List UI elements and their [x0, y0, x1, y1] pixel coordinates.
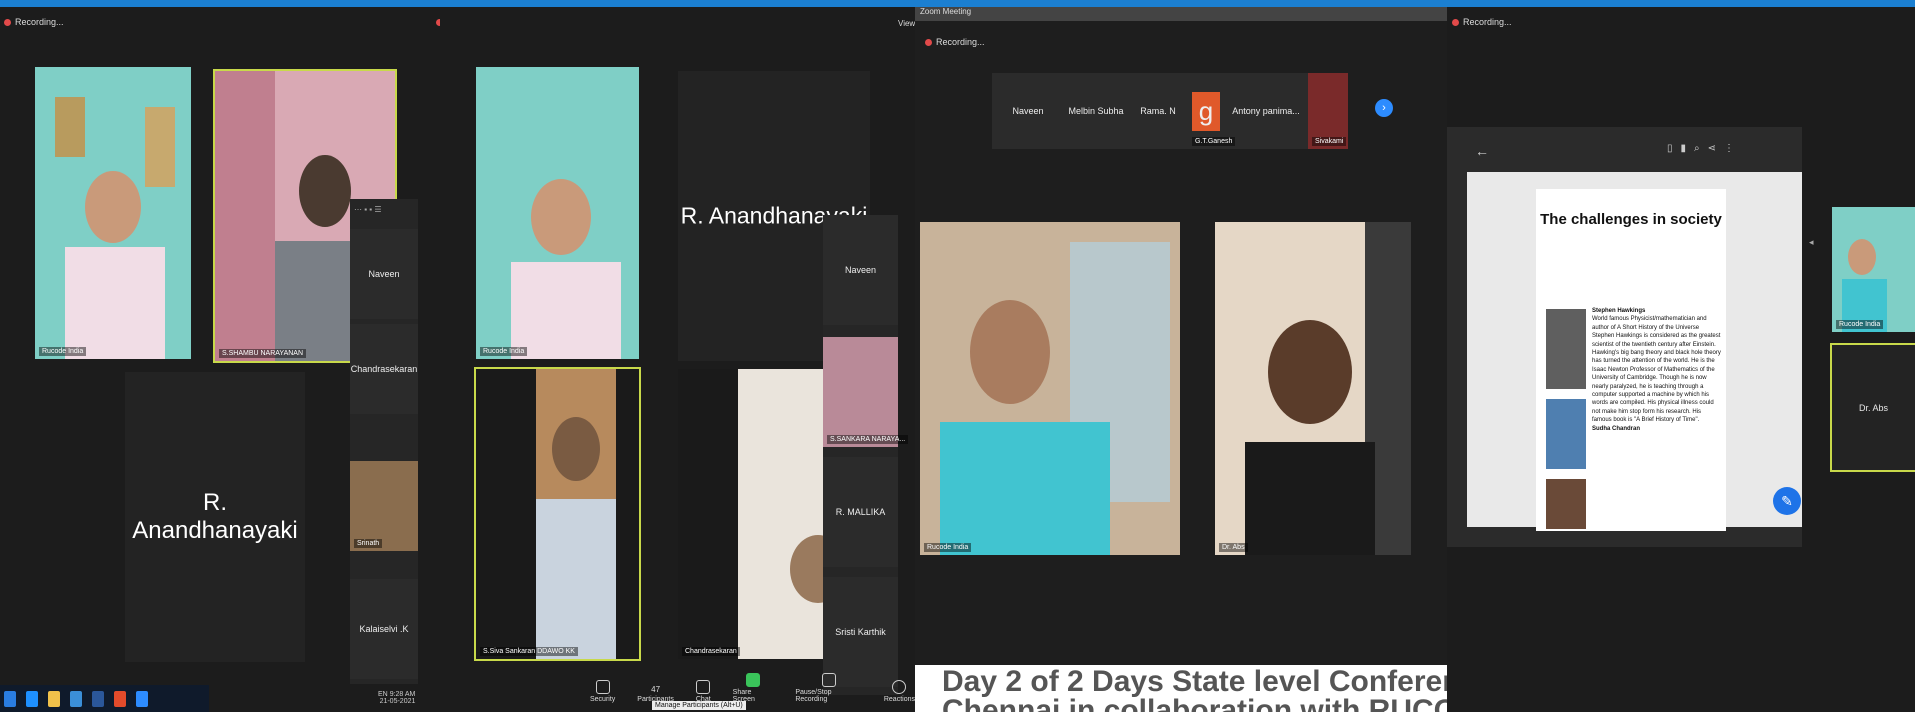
side-tile[interactable]: R. MALLIKA	[823, 457, 898, 567]
smile-icon	[892, 680, 907, 694]
meeting-toolbar: Security 47 Participants Chat Share Scree…	[590, 673, 915, 703]
side-tile[interactable]: Naveen	[823, 215, 898, 325]
video-tile-no-camera[interactable]: R. Anandhanayaki	[125, 372, 305, 662]
chat-button[interactable]: Chat	[696, 680, 711, 703]
record-dot-icon	[1452, 18, 1459, 26]
recording-indicator: Recording...	[4, 17, 64, 27]
next-page-icon[interactable]: ›	[1375, 99, 1393, 117]
participant-name-large: Dr. Abs	[1858, 402, 1888, 413]
participant-name: Rucode India	[39, 347, 87, 356]
camera-feed	[1215, 222, 1411, 555]
portrait-image	[1546, 309, 1586, 389]
edge-icon[interactable]	[26, 690, 38, 707]
window-titlebar: Zoom Meeting	[915, 7, 1452, 21]
panel-zoom-gallery-2: View Rucode India R. Anandhanayaki S.Siv…	[440, 7, 915, 712]
strip-tile[interactable]: Melbin Subha	[1064, 73, 1128, 149]
app-icon[interactable]	[70, 690, 82, 707]
chrome-icon[interactable]	[114, 690, 126, 707]
panel-zoom-gallery-1: Recording... Recording... Rucode India S…	[0, 7, 496, 712]
shield-icon	[595, 680, 610, 694]
strip-tile[interactable]: Sivakami	[1308, 73, 1348, 149]
camera-feed	[920, 222, 1180, 555]
slide-title: The challenges in society	[1540, 211, 1722, 228]
tooltip: Manage Participants (Alt+U)	[652, 701, 746, 710]
start-icon[interactable]	[4, 690, 16, 707]
side-tile[interactable]: Sristi Karthik	[823, 577, 898, 687]
video-tile[interactable]: Rucode India	[35, 67, 191, 359]
pause-icon	[821, 673, 836, 687]
reactions-button[interactable]: Reactions	[884, 680, 915, 703]
edit-pencil-icon[interactable]: ✎	[1773, 487, 1801, 515]
side-tile-video[interactable]: Srinath	[350, 461, 418, 551]
participant-name: S.SHAMBU NARAYANAN	[219, 349, 307, 358]
panel-zoom-speaker: Zoom Meeting Recording... Naveen Melbin …	[915, 7, 1452, 712]
strip-tile[interactable]: Antony panima...	[1224, 73, 1308, 149]
viewer-toolbar-icons[interactable]: ▯▮⌕⋖⋮	[1667, 143, 1742, 154]
slide-body: Stephen Hawkings World famous Physicist/…	[1592, 308, 1721, 432]
participant-name: Rucode India	[924, 543, 972, 552]
side-tile[interactable]: Chandrasekaran	[350, 324, 418, 414]
windows-taskbar	[0, 685, 209, 712]
camera-feed	[1832, 207, 1915, 332]
folder-icon[interactable]	[48, 690, 60, 707]
word-icon[interactable]	[92, 690, 104, 707]
view-button[interactable]: View	[898, 19, 915, 28]
participant-name: S.Siva Sankaran DDAWO KK	[480, 647, 578, 656]
shared-screen-area: ← ▯▮⌕⋖⋮ The challenges in society Stephe…	[1447, 127, 1814, 547]
side-participant-strip: Naveen S.SANKARA NARAYA... R. MALLIKA Sr…	[823, 215, 909, 695]
video-tile[interactable]: Rucode India	[920, 222, 1180, 555]
participant-name-large: R. Anandhanayaki	[132, 489, 298, 544]
participant-name: Rucode India	[480, 347, 528, 356]
participant-name: Dr. Abs	[1219, 543, 1248, 552]
zoom-icon[interactable]	[136, 690, 148, 707]
nav-prev-icon[interactable]: ◂	[1809, 237, 1814, 248]
side-tile[interactable]: Naveen	[350, 229, 418, 319]
recording-indicator: Recording...	[925, 37, 985, 47]
recording-button[interactable]: Pause/Stop Recording	[795, 673, 862, 703]
recording-indicator: Recording...	[1452, 17, 1512, 27]
camera-feed	[476, 369, 639, 659]
video-tile[interactable]: Rucode India	[476, 67, 639, 359]
slide-page: The challenges in society Stephen Hawkin…	[1536, 189, 1726, 531]
video-tile[interactable]: Rucode India	[1832, 207, 1915, 332]
portrait-image-2	[1546, 479, 1586, 529]
strip-tile[interactable]: g G.T.Ganesh	[1188, 73, 1236, 149]
side-tile[interactable]: Kalaiselvi .K	[350, 579, 418, 679]
record-dot-icon	[4, 18, 11, 26]
participant-name: Rucode India	[1836, 320, 1884, 329]
security-button[interactable]: Security	[590, 680, 615, 703]
participant-strip: Naveen Melbin Subha Rama. N g G.T.Ganesh …	[992, 73, 1348, 149]
strip-controls-icon[interactable]: ⋯ ▪ ▪ ☰	[354, 205, 382, 214]
camera-feed	[476, 67, 639, 359]
strip-tile[interactable]: Rama. N	[1128, 73, 1188, 149]
system-clock: EN 9:28 AM 21-05-2021	[378, 691, 416, 705]
participant-name: Chandrasekaran	[682, 647, 740, 656]
video-tile[interactable]: Dr. Abs	[1215, 222, 1411, 555]
avatar-letter: g	[1191, 91, 1221, 131]
panel-shared-screen: Recording... ← ▯▮⌕⋖⋮ The challenges in s…	[1447, 7, 1915, 712]
chat-icon	[696, 680, 711, 694]
top-accent-bar	[0, 0, 1915, 7]
back-arrow-icon[interactable]: ←	[1475, 143, 1489, 159]
share-screen-button[interactable]: Share Screen	[733, 673, 774, 703]
video-tile-active[interactable]: Dr. Abs	[1830, 343, 1915, 472]
record-dot-icon	[925, 38, 932, 46]
video-tile-active[interactable]: S.Siva Sankaran DDAWO KK	[474, 367, 641, 661]
camera-feed	[35, 67, 191, 359]
strip-tile[interactable]: Naveen	[992, 73, 1064, 149]
share-icon	[746, 673, 760, 687]
photo-image	[1546, 399, 1586, 469]
side-participant-strip: ⋯ ▪ ▪ ☰ Naveen Chandrasekaran Srinath Ka…	[350, 199, 418, 684]
conference-caption: Day 2 of 2 Days State level Conference o…	[915, 665, 1447, 712]
side-tile-video[interactable]: S.SANKARA NARAYA...	[823, 337, 909, 447]
